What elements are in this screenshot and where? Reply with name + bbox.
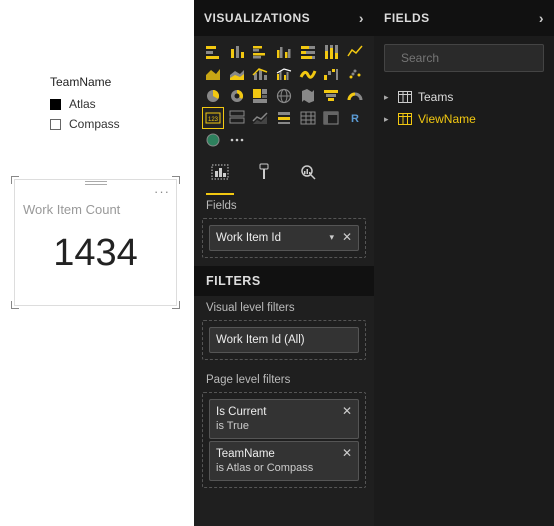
page-filter-pill[interactable]: Is Current is True ✕ bbox=[209, 399, 359, 439]
fields-tree: ▸ Teams ▸ ViewName bbox=[374, 80, 554, 136]
visualizations-panel: VISUALIZATIONS › 123 R bbox=[194, 0, 374, 526]
resize-handle-br[interactable] bbox=[172, 301, 180, 309]
slicer-legend: TeamName Atlas Compass bbox=[50, 75, 120, 137]
panel-title: VISUALIZATIONS bbox=[204, 11, 310, 25]
area-chart-icon[interactable] bbox=[203, 64, 223, 84]
resize-handle-tr[interactable] bbox=[172, 176, 180, 184]
hundred-stacked-column-icon[interactable] bbox=[321, 42, 341, 62]
checkbox-checked-icon[interactable] bbox=[50, 99, 61, 110]
fields-panel: FIELDS › ▸ Teams ▸ ViewName bbox=[374, 0, 554, 526]
fields-header[interactable]: FIELDS › bbox=[374, 0, 554, 36]
card-visual[interactable]: ··· Work Item Count 1434 bbox=[14, 179, 177, 306]
field-pill-label: Work Item Id bbox=[216, 232, 281, 244]
matrix-icon[interactable] bbox=[321, 108, 341, 128]
donut-chart-icon[interactable] bbox=[227, 86, 247, 106]
drag-handle[interactable] bbox=[85, 179, 107, 187]
clustered-bar-icon[interactable] bbox=[250, 42, 270, 62]
visual-filters-label: Visual level filters bbox=[194, 296, 374, 318]
line-stacked-column-icon[interactable] bbox=[250, 64, 270, 84]
table-icon bbox=[398, 91, 412, 103]
svg-text:R: R bbox=[351, 113, 359, 125]
multi-row-card-icon[interactable] bbox=[227, 108, 247, 128]
expand-icon[interactable]: ▸ bbox=[384, 92, 392, 103]
visualizations-header[interactable]: VISUALIZATIONS › bbox=[194, 0, 374, 36]
card-visual-icon[interactable]: 123 bbox=[203, 108, 223, 128]
analytics-tab[interactable] bbox=[296, 162, 320, 192]
panel-title: FIELDS bbox=[384, 11, 430, 25]
page-filter-pill[interactable]: TeamName is Atlas or Compass ✕ bbox=[209, 441, 359, 481]
pie-chart-icon[interactable] bbox=[203, 86, 223, 106]
fields-section-label: Fields bbox=[194, 194, 374, 216]
remove-filter-icon[interactable]: ✕ bbox=[342, 446, 352, 460]
checkbox-unchecked-icon[interactable] bbox=[50, 119, 61, 130]
legend-item[interactable]: Atlas bbox=[50, 97, 120, 111]
hundred-stacked-bar-icon[interactable] bbox=[298, 42, 318, 62]
stacked-column-icon[interactable] bbox=[227, 42, 247, 62]
visual-filter-pill[interactable]: Work Item Id (All) bbox=[209, 327, 359, 353]
filter-field-name: TeamName bbox=[216, 448, 275, 460]
waterfall-icon[interactable] bbox=[321, 64, 341, 84]
filled-map-icon[interactable] bbox=[298, 86, 318, 106]
filters-header: FILTERS bbox=[194, 266, 374, 296]
line-clustered-column-icon[interactable] bbox=[274, 64, 294, 84]
filter-condition: is True bbox=[216, 420, 249, 432]
visual-more-menu[interactable]: ··· bbox=[154, 184, 170, 199]
legend-label: Atlas bbox=[69, 97, 96, 111]
fields-tab[interactable] bbox=[208, 162, 232, 192]
table-icon bbox=[398, 113, 412, 125]
stacked-area-icon[interactable] bbox=[227, 64, 247, 84]
table-node[interactable]: ▸ ViewName bbox=[384, 108, 544, 130]
map-icon[interactable] bbox=[274, 86, 294, 106]
table-name: Teams bbox=[418, 90, 453, 104]
ribbon-chart-icon[interactable] bbox=[298, 64, 318, 84]
remove-field-icon[interactable]: ✕ bbox=[342, 230, 352, 244]
report-canvas[interactable]: TeamName Atlas Compass ··· Work Item Cou… bbox=[0, 0, 194, 526]
filter-field-name: Is Current bbox=[216, 406, 267, 418]
legend-label: Compass bbox=[69, 117, 120, 131]
resize-handle-bl[interactable] bbox=[11, 301, 19, 309]
search-input[interactable] bbox=[401, 51, 554, 65]
fields-search[interactable] bbox=[384, 44, 544, 72]
expand-icon[interactable]: ▸ bbox=[384, 114, 392, 125]
svg-text:123: 123 bbox=[208, 117, 219, 123]
card-title: Work Item Count bbox=[23, 202, 120, 217]
card-value: 1434 bbox=[15, 232, 176, 275]
filter-pill-label: Work Item Id (All) bbox=[216, 334, 305, 346]
page-filters-well[interactable]: Is Current is True ✕ TeamName is Atlas o… bbox=[202, 392, 366, 488]
pane-tabs bbox=[194, 154, 374, 194]
table-node[interactable]: ▸ Teams bbox=[384, 86, 544, 108]
arcgis-map-icon[interactable] bbox=[203, 130, 223, 150]
chevron-down-icon[interactable]: ▾ bbox=[329, 232, 334, 243]
more-visuals-icon[interactable] bbox=[227, 130, 247, 150]
chevron-right-icon[interactable]: › bbox=[539, 10, 544, 26]
treemap-icon[interactable] bbox=[250, 86, 270, 106]
kpi-icon[interactable] bbox=[250, 108, 270, 128]
resize-handle-tl[interactable] bbox=[11, 176, 19, 184]
fields-well[interactable]: Work Item Id ▾ ✕ bbox=[202, 218, 366, 258]
filter-condition: is Atlas or Compass bbox=[216, 462, 313, 474]
legend-item[interactable]: Compass bbox=[50, 117, 120, 131]
scatter-icon[interactable] bbox=[345, 64, 365, 84]
line-chart-icon[interactable] bbox=[345, 42, 365, 62]
chevron-right-icon[interactable]: › bbox=[359, 10, 364, 26]
table-icon[interactable] bbox=[298, 108, 318, 128]
table-name: ViewName bbox=[418, 112, 476, 126]
gauge-icon[interactable] bbox=[345, 86, 365, 106]
field-pill[interactable]: Work Item Id ▾ ✕ bbox=[209, 225, 359, 251]
visual-filters-well[interactable]: Work Item Id (All) bbox=[202, 320, 366, 360]
page-filters-label: Page level filters bbox=[194, 368, 374, 390]
remove-filter-icon[interactable]: ✕ bbox=[342, 404, 352, 418]
funnel-icon[interactable] bbox=[321, 86, 341, 106]
r-visual-icon[interactable]: R bbox=[345, 108, 365, 128]
stacked-bar-icon[interactable] bbox=[203, 42, 223, 62]
slicer-icon[interactable] bbox=[274, 108, 294, 128]
clustered-column-icon[interactable] bbox=[274, 42, 294, 62]
legend-title: TeamName bbox=[50, 75, 120, 89]
visual-gallery: 123 R bbox=[194, 36, 374, 154]
format-tab[interactable] bbox=[252, 162, 276, 192]
